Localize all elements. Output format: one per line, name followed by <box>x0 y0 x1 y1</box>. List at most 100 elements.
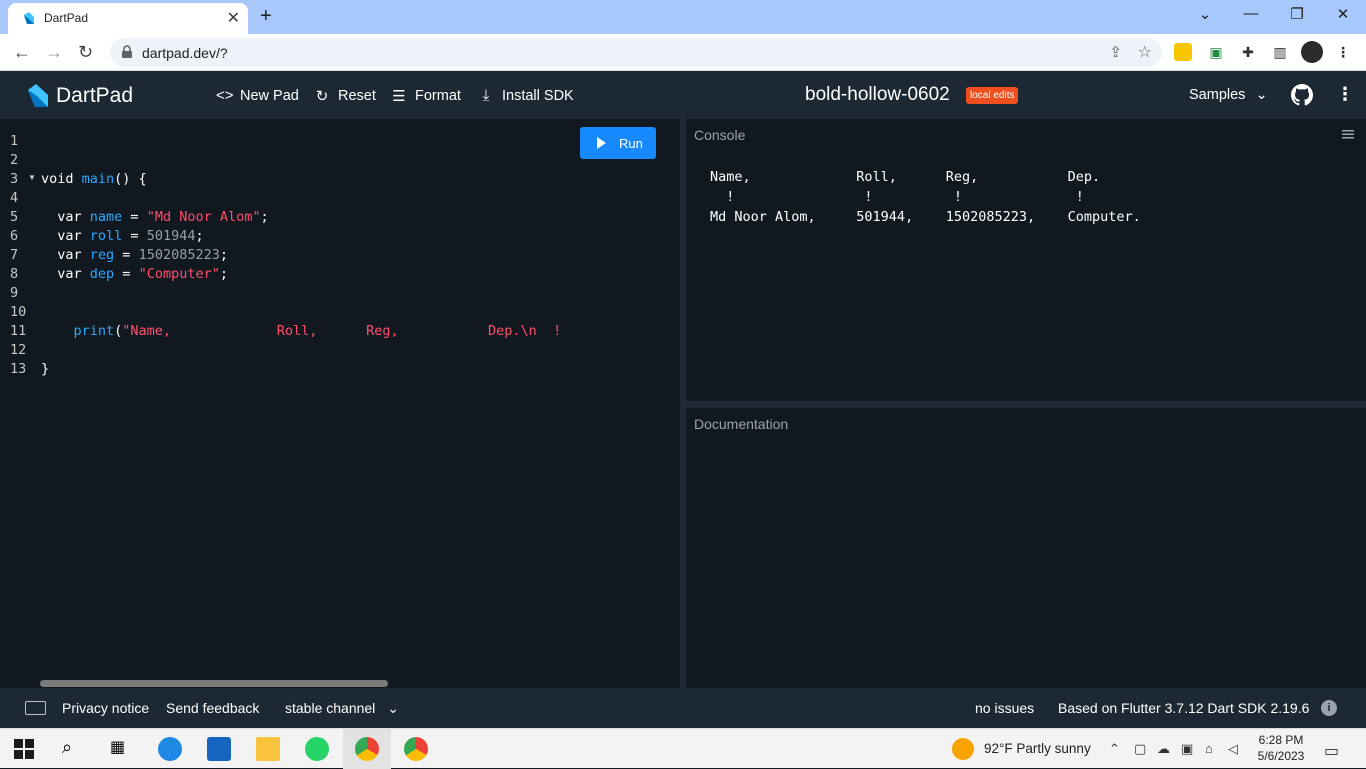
line-gutter: 1 2 3 4 5 6 7 8 9 10 11 12 13 <box>0 132 40 379</box>
volume-icon[interactable]: ◁ <box>1228 741 1238 757</box>
extension-icon[interactable] <box>1174 43 1192 61</box>
code-editor[interactable]: 1 2 3 4 5 6 7 8 9 10 11 12 13 ▼ void mai… <box>0 119 680 688</box>
pad-title: bold-hollow-0602 <box>805 84 950 105</box>
side-panel-icon[interactable]: ▥ <box>1270 42 1290 62</box>
windows-taskbar: ⌕ ▦ 92°F Partly sunny ⌃ ▢ ☁ ▣ ⌂ ◁ 6:28 P… <box>0 728 1366 769</box>
sdk-version: Based on Flutter 3.7.12 Dart SDK 2.19.6 <box>1058 700 1310 716</box>
local-edits-badge: local edits <box>966 87 1019 104</box>
code-token: ; <box>195 228 204 244</box>
code-content[interactable]: void main() { var name = "Md Noor Alom";… <box>41 132 671 379</box>
notifications-icon[interactable]: ▭ <box>1324 741 1339 761</box>
code-token: var <box>41 228 90 244</box>
task-view-icon[interactable]: ▦ <box>110 737 134 761</box>
fold-arrow-icon[interactable]: ▼ <box>28 173 36 182</box>
browser-menu-icon[interactable]: ⋮ <box>1333 42 1353 62</box>
browser-tab[interactable]: DartPad ✕ <box>8 3 248 34</box>
horizontal-scrollbar[interactable] <box>40 680 388 687</box>
line-number: 13 <box>10 361 27 377</box>
whatsapp-icon[interactable] <box>305 737 329 761</box>
back-icon[interactable]: ← <box>13 42 31 63</box>
refresh-icon: ↻ <box>315 88 329 105</box>
code-token: () { <box>114 171 147 187</box>
code-line: var reg = 1502085223; <box>41 246 671 265</box>
search-icon[interactable]: ⌕ <box>62 737 86 761</box>
reset-button[interactable]: ↻ Reset <box>314 87 376 105</box>
code-line: var name = "Md Noor Alom"; <box>41 208 671 227</box>
chrome-icon[interactable] <box>355 737 379 761</box>
reset-label: Reset <box>338 88 376 104</box>
code-line: void main() { <box>41 170 671 189</box>
edge-icon[interactable] <box>158 737 182 761</box>
github-icon[interactable] <box>1291 84 1313 106</box>
tab-close-icon[interactable]: ✕ <box>227 8 240 28</box>
minimize-icon[interactable]: — <box>1228 5 1274 22</box>
console-output-line: Md Noor Alom, 501944, 1502085223, Comput… <box>710 209 1141 225</box>
new-pad-button[interactable]: <> New Pad <box>216 87 299 104</box>
file-explorer-icon[interactable] <box>256 737 280 761</box>
dart-logo-icon <box>28 84 48 107</box>
download-icon: ⤓ <box>482 87 490 104</box>
reload-icon[interactable]: ↻ <box>78 42 93 63</box>
channel-dropdown[interactable]: stable channel ⌄ <box>285 700 399 717</box>
console-output-line: ! ! ! ! <box>710 189 1084 205</box>
samples-label: Samples <box>1189 87 1246 103</box>
bookmark-star-icon[interactable]: ☆ <box>1138 42 1152 62</box>
chevron-down-icon[interactable]: ⌄ <box>1182 5 1228 23</box>
code-token: print <box>41 323 115 339</box>
line-number: 5 <box>10 209 19 225</box>
channel-label: stable channel <box>285 700 376 716</box>
more-menu-icon[interactable]: ⋮ <box>1336 84 1354 105</box>
extension-icon[interactable]: ▣ <box>1206 42 1226 62</box>
info-icon[interactable]: i <box>1321 700 1337 716</box>
profile-avatar[interactable] <box>1301 41 1323 63</box>
puzzle-extensions-icon[interactable]: ✚ <box>1238 42 1258 62</box>
code-token: = <box>114 247 139 263</box>
line-number: 12 <box>10 342 27 358</box>
code-token: var <box>41 266 90 282</box>
keyboard-icon[interactable] <box>25 701 46 715</box>
line-number: 6 <box>10 228 19 244</box>
chevron-up-icon[interactable]: ⌃ <box>1109 741 1120 757</box>
store-icon[interactable] <box>207 737 231 761</box>
send-feedback-link[interactable]: Send feedback <box>166 700 259 716</box>
dartpad-header: DartPad <> New Pad ↻ Reset ☰ Format ⤓ In… <box>0 71 1366 119</box>
code-token: void <box>41 171 82 187</box>
run-label: Run <box>619 136 643 151</box>
forward-icon[interactable]: → <box>45 42 63 63</box>
line-number: 1 <box>10 133 19 149</box>
install-sdk-button[interactable]: ⤓ Install SDK <box>478 87 574 104</box>
console-output-line: Name, Roll, Reg, Dep. <box>710 169 1101 185</box>
clear-console-icon[interactable] <box>1342 129 1354 141</box>
tab-title: DartPad <box>44 11 89 25</box>
format-button[interactable]: ☰ Format <box>391 87 461 105</box>
install-sdk-label: Install SDK <box>502 87 574 104</box>
horizontal-splitter[interactable] <box>686 401 1366 408</box>
issues-status[interactable]: no issues <box>975 700 1034 716</box>
address-bar[interactable]: dartpad.dev/? ⇪ ☆ <box>110 38 1162 67</box>
code-token: reg <box>89 247 115 263</box>
clock[interactable]: 6:28 PM 5/6/2023 <box>1251 732 1311 764</box>
code-token: } <box>41 361 50 377</box>
line-number: 10 <box>10 304 27 320</box>
windows-start-icon[interactable] <box>14 739 34 759</box>
restore-icon[interactable]: ❐ <box>1274 5 1320 23</box>
code-line: var roll = 501944; <box>41 227 671 246</box>
privacy-notice-link[interactable]: Privacy notice <box>62 700 149 716</box>
weather-sun-icon[interactable] <box>952 738 974 760</box>
new-tab-icon[interactable]: + <box>260 5 272 28</box>
share-icon[interactable]: ⇪ <box>1109 43 1122 61</box>
line-number: 2 <box>10 152 19 168</box>
line-number: 9 <box>10 285 19 301</box>
dartpad-brand[interactable]: DartPad <box>56 84 133 108</box>
notification-app-icon[interactable]: ▣ <box>1181 741 1193 757</box>
chrome-icon[interactable] <box>404 737 428 761</box>
weather-text[interactable]: 92°F Partly sunny <box>984 741 1091 756</box>
window-close-icon[interactable]: ✕ <box>1320 5 1366 23</box>
code-token: main <box>81 171 115 187</box>
onedrive-cloud-icon[interactable]: ☁ <box>1157 741 1170 757</box>
run-button[interactable]: Run <box>580 127 656 159</box>
meet-icon[interactable]: ▢ <box>1134 741 1146 757</box>
network-icon[interactable]: ⌂ <box>1205 741 1213 756</box>
samples-dropdown[interactable]: Samples ⌄ <box>1189 87 1268 103</box>
